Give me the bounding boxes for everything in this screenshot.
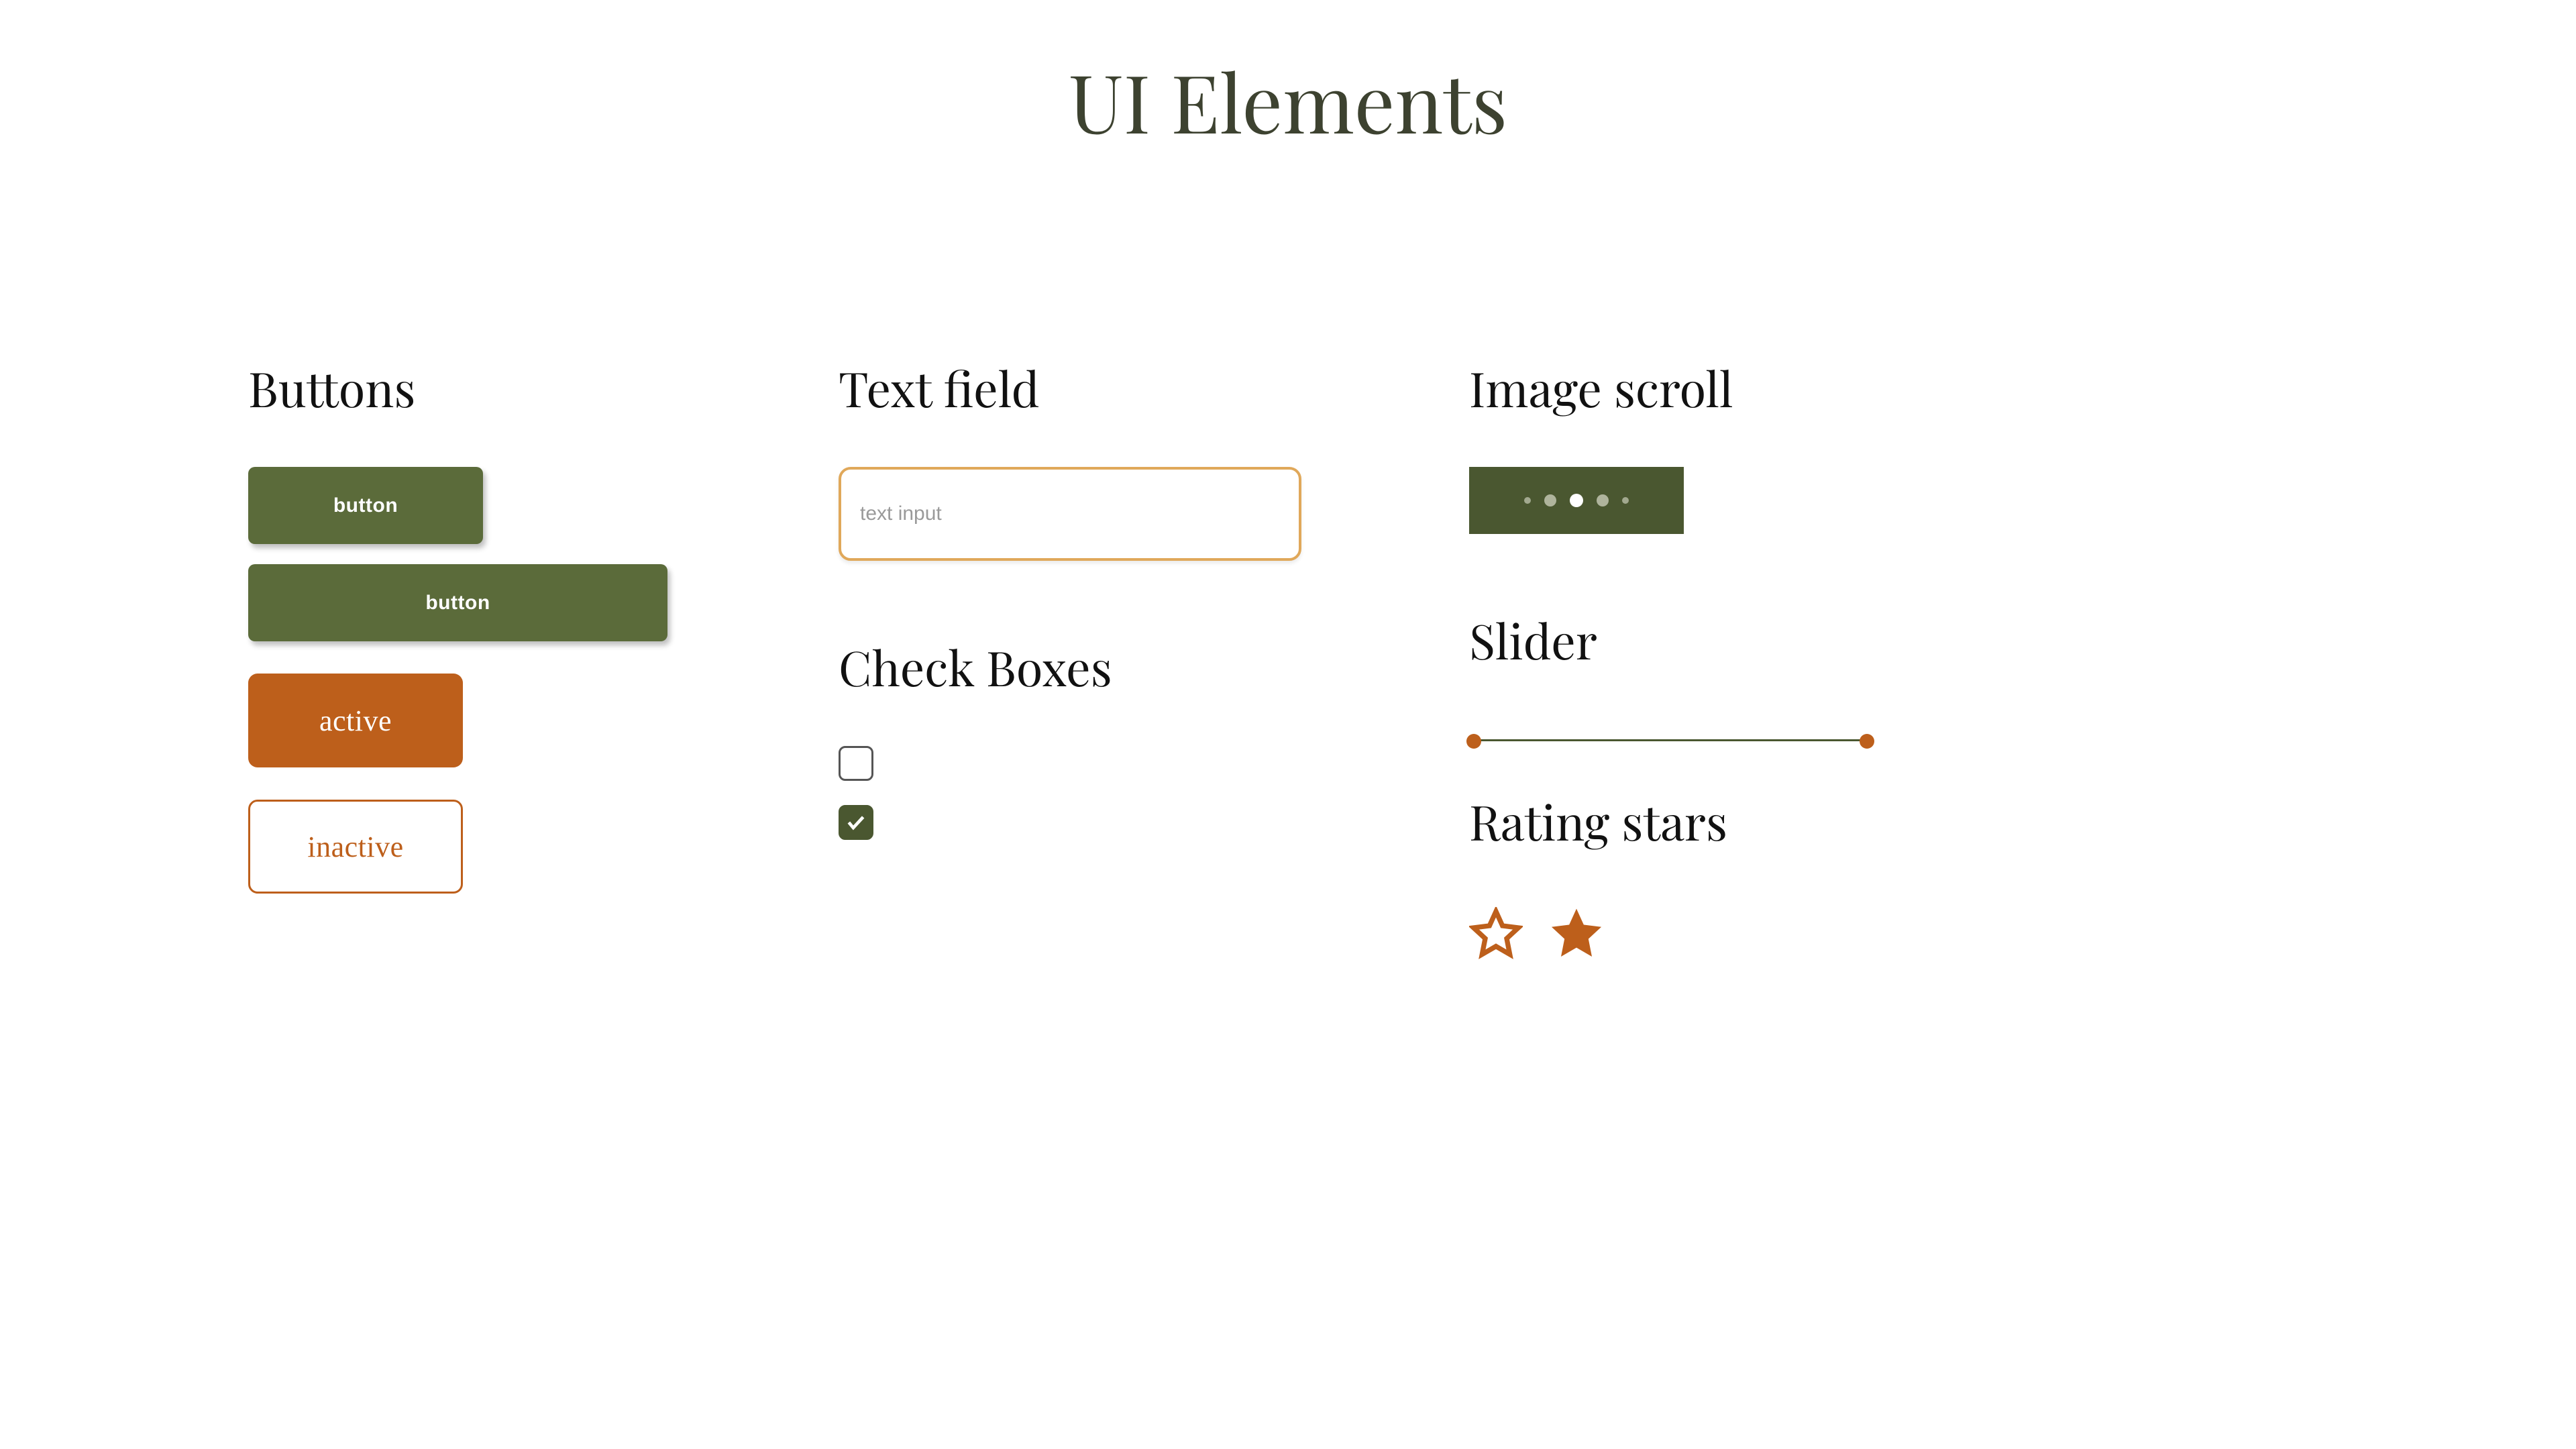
button-active[interactable]: active [248,674,463,767]
range-slider[interactable] [1469,733,1872,749]
button-inactive[interactable]: inactive [248,800,463,894]
star-filled-icon[interactable] [1550,907,1603,961]
pager-dot-1[interactable] [1544,494,1556,506]
checkbox-group [839,746,1322,840]
page-title: UI Elements [0,0,2576,154]
checkbox-unchecked[interactable] [839,746,873,781]
rating-stars [1469,907,1912,961]
page-root: UI Elements Buttons button button active… [0,0,2576,1449]
text-input[interactable] [839,467,1301,561]
button-primary-large[interactable]: button [248,564,667,641]
pager-dot-3[interactable] [1597,494,1609,506]
heading-text-field: Text field [839,356,1322,420]
pager-dot-4[interactable] [1622,497,1629,504]
heading-rating-stars: Rating stars [1469,789,1912,853]
button-primary-small[interactable]: button [248,467,483,544]
column-buttons: Buttons button button active inactive [248,356,691,961]
slider-thumb-left[interactable] [1466,734,1481,749]
content-grid: Buttons button button active inactive Te… [0,154,2576,961]
checkbox-checked[interactable] [839,805,873,840]
column-misc: Image scroll Slider Rating stars [1469,356,1912,961]
pager-dot-2[interactable] [1570,494,1583,507]
pager-dot-0[interactable] [1524,497,1531,504]
heading-buttons: Buttons [248,356,691,420]
check-icon [845,812,867,833]
slider-container [1469,733,1912,749]
star-outline-icon[interactable] [1469,907,1523,961]
heading-slider: Slider [1469,608,1912,672]
heading-check-boxes: Check Boxes [839,635,1322,699]
column-inputs: Text field Check Boxes [839,356,1322,961]
image-scroll-pager[interactable] [1469,467,1684,534]
slider-thumb-right[interactable] [1860,734,1874,749]
slider-track [1469,739,1872,741]
heading-image-scroll: Image scroll [1469,356,1912,420]
